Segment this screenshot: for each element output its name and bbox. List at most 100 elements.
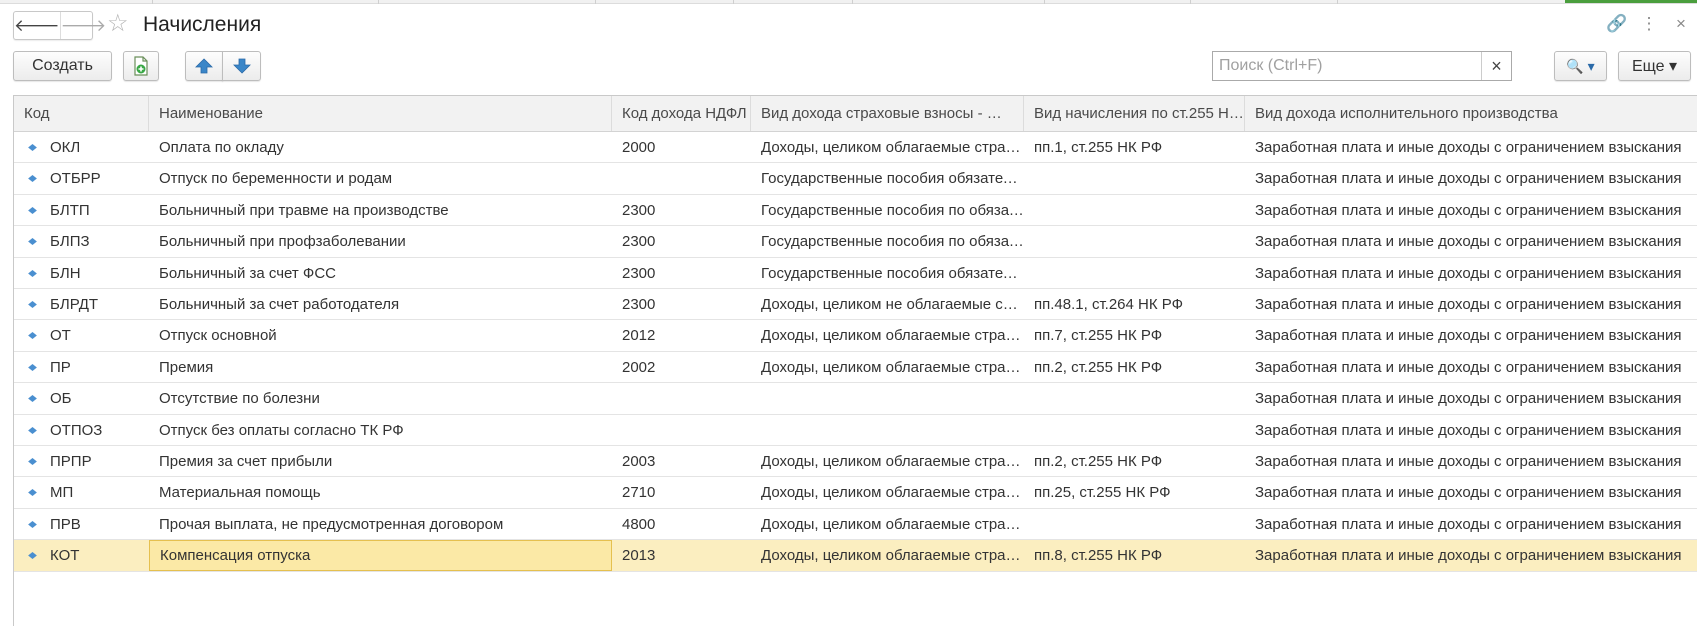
table-row[interactable]: ПРВ Прочая выплата, не предусмотренная до… (14, 509, 1697, 541)
table-cell: ПР (50, 358, 71, 376)
table-cell: Заработная плата и иные доходы с огранич… (1255, 421, 1682, 439)
item-marker-icon (28, 206, 37, 214)
more-vertical-icon[interactable]: ⋮ (1633, 14, 1665, 34)
item-marker-icon (28, 458, 37, 465)
table-row[interactable]: ПРПР Премия за счет прибыли 2003 Доходы, це… (14, 446, 1697, 478)
table-row[interactable]: КОТ Компенсация отпуска 2013 Доходы, целико… (14, 540, 1697, 572)
item-marker-icon (28, 489, 37, 497)
table-cell (751, 415, 1024, 446)
table-cell: Заработная плата и иные доходы с огранич… (1255, 358, 1682, 376)
table-cell: пп.25, ст.255 НК РФ (1034, 484, 1171, 502)
table-cell: 2710 (622, 484, 656, 502)
table-cell: Отсутствие по болезни (159, 390, 320, 408)
table-cell: Премия (159, 358, 214, 376)
find-button[interactable]: 🔍 ▾ (1554, 51, 1607, 81)
table-row[interactable]: БЛПЗ Больничный при профзаболевании 2300 Го… (14, 226, 1697, 258)
table-cell (612, 415, 751, 446)
table-row[interactable]: БЛН Больничный за счет ФСС 2300 Государстве… (14, 258, 1697, 289)
table-row[interactable]: ПР Премия 2002 Доходы, целиком облагаемые с… (14, 352, 1697, 384)
more-button[interactable]: Еще ▾ (1618, 51, 1691, 81)
command-bar: Создать × 🔍 ▾ Еще ▾ (0, 51, 1697, 83)
table-cell: Заработная плата и иные доходы с огранич… (1255, 515, 1682, 533)
column-header[interactable]: Вид начисления по ст.255 НК РФ (1024, 96, 1245, 131)
tab-divider (595, 0, 596, 4)
back-arrow-icon[interactable]: 🡐 (14, 12, 60, 39)
tab-divider (1190, 0, 1191, 4)
move-down-button[interactable] (222, 51, 261, 81)
table-cell: Государственные пособия обязательного со… (761, 264, 1024, 282)
item-marker-icon (28, 269, 37, 277)
table-cell: пп.1, ст.255 НК РФ (1034, 139, 1163, 156)
column-header[interactable]: Наименование (149, 96, 612, 131)
table-row[interactable]: МП Материальная помощь 2710 Доходы, целиком… (14, 477, 1697, 509)
table-cell: Доходы, целиком облагаемые страховыми вз… (761, 453, 1024, 470)
table-row[interactable]: БЛТП Больничный при травме на производств… (14, 195, 1697, 227)
table-cell (1024, 195, 1245, 226)
table-cell: Отпуск основной (159, 327, 277, 345)
table-cell: 2300 (622, 233, 656, 251)
table-cell: ПРПР (50, 453, 92, 470)
copy-button[interactable] (123, 51, 159, 81)
move-up-button[interactable] (185, 51, 223, 81)
table-cell: Больничный за счет ФСС (159, 264, 336, 282)
table-cell: Доходы, целиком облагаемые страховыми вз… (761, 358, 1024, 376)
table-row[interactable]: ОТПОЗ Отпуск без оплаты согласно ТК РФ Зар… (14, 415, 1697, 446)
link-icon[interactable]: 🔗 (1601, 14, 1633, 34)
table-cell (1024, 415, 1245, 446)
table-cell (612, 383, 751, 414)
column-header[interactable]: Вид дохода исполнительного производства (1245, 96, 1697, 131)
table-cell: Доходы, целиком облагаемые страховыми вз… (761, 515, 1024, 533)
table-cell (612, 163, 751, 194)
table-cell: Заработная плата и иные доходы с огранич… (1255, 296, 1682, 313)
table-cell (1024, 226, 1245, 257)
table-cell: Компенсация отпуска (149, 540, 612, 572)
item-marker-icon (28, 520, 37, 528)
item-marker-icon (28, 426, 37, 434)
table-cell: Премия за счет прибыли (159, 453, 333, 470)
table-cell: Больничный за счет работодателя (159, 296, 400, 313)
table-cell: Заработная плата и иные доходы с огранич… (1255, 390, 1682, 408)
table-cell: 2000 (622, 139, 656, 156)
column-header[interactable]: Код дохода НДФЛ (612, 96, 751, 131)
column-header[interactable]: Код (14, 96, 149, 131)
table-cell: Заработная плата и иные доходы с огранич… (1255, 327, 1682, 345)
table-cell (1024, 258, 1245, 289)
table-cell: ПРВ (50, 515, 81, 533)
favorite-star-icon[interactable]: ☆ (107, 11, 129, 37)
table-cell: 2003 (622, 453, 656, 470)
table-cell: Отпуск без оплаты согласно ТК РФ (159, 421, 404, 439)
table-cell: Доходы, целиком облагаемые страховыми вз… (761, 547, 1024, 565)
table-cell: Больничный при профзаболевании (159, 233, 406, 251)
table-cell: Прочая выплата, не предусмотренная догов… (159, 515, 504, 533)
table-row[interactable]: ОТ Отпуск основной 2012 Доходы, целиком обл… (14, 320, 1697, 352)
tab-divider (378, 0, 379, 4)
item-marker-icon (28, 395, 37, 403)
table-cell: Государственные пособия по обязательному… (761, 233, 1024, 251)
table-row[interactable]: ОТБРР Отпуск по беременности и родам Госуд… (14, 163, 1697, 195)
table-cell: 2002 (622, 358, 656, 376)
table-cell: пп.48.1, ст.264 НК РФ (1034, 296, 1183, 313)
table-cell: Заработная плата и иные доходы с огранич… (1255, 453, 1682, 470)
table-cell: БЛРДТ (50, 296, 99, 313)
forward-arrow-icon[interactable]: 🡒 (59, 12, 106, 39)
column-header[interactable]: Вид дохода страховые взносы - … (751, 96, 1024, 131)
table-row[interactable]: ОБ Отсутствие по болезни Заработная плата … (14, 383, 1697, 415)
table-cell: Материальная помощь (159, 484, 321, 502)
close-icon[interactable]: × (1665, 14, 1697, 34)
search-input[interactable] (1213, 52, 1483, 80)
table-cell: Заработная плата и иные доходы с огранич… (1255, 547, 1682, 565)
table-cell (1024, 163, 1245, 194)
table-row[interactable]: БЛРДТ Больничный за счет работодателя 2300… (14, 289, 1697, 321)
clear-search-icon[interactable]: × (1481, 52, 1511, 80)
tab-divider (733, 0, 734, 4)
table-cell: 4800 (622, 515, 656, 533)
search-field: × (1212, 51, 1512, 81)
table-cell: Заработная плата и иные доходы с огранич… (1255, 201, 1682, 219)
table-cell: Государственные пособия по обязательному… (761, 201, 1024, 219)
table-cell: ОБ (50, 390, 72, 408)
table-cell: Заработная плата и иные доходы с огранич… (1255, 233, 1682, 251)
table-cell: Больничный при травме на производстве (159, 201, 449, 219)
table-row[interactable]: ОКЛ Оплата по окладу 2000 Доходы, целиком о… (14, 132, 1697, 164)
create-button[interactable]: Создать (13, 51, 112, 81)
table-cell: 2300 (622, 201, 656, 219)
